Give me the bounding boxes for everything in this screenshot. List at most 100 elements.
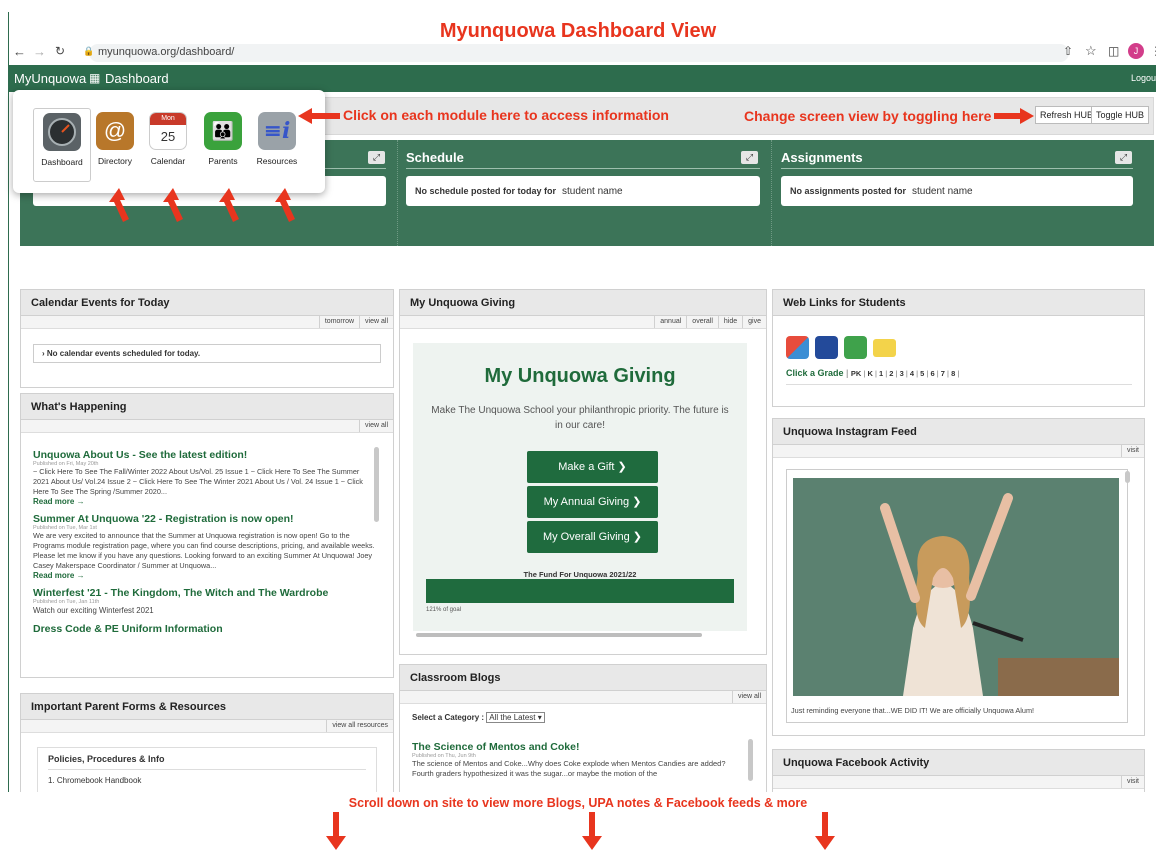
annual-giving-button[interactable]: My Annual Giving ❯ [527,486,658,518]
grid-icon[interactable]: ▦ [89,71,100,85]
back-icon[interactable]: ← [13,44,26,59]
module-annotation: Click on each module here to access info… [343,107,669,123]
panel-title: Unquowa Instagram Feed [773,419,1144,445]
news-item[interactable]: Winterfest '21 - The Kingdom, The Witch … [33,587,375,616]
scrollbar[interactable] [1125,471,1130,483]
grade-link[interactable]: PK [851,369,861,378]
fund-title: The Fund For Unquowa 2021/22 [523,570,637,579]
at-sign-icon: @ [96,112,134,150]
parent-forms-panel: Important Parent Forms & Resources view … [20,693,394,793]
panel-actions: view all [21,420,393,433]
brand-link[interactable]: MyUnquowa [14,71,86,86]
nav-dashboard[interactable]: Dashboard [105,71,169,86]
horizontal-scrollbar[interactable] [416,633,702,637]
calendar-events-panel: Calendar Events for Today tomorrow view … [20,289,394,388]
instagram-post[interactable]: Just reminding everyone that...WE DID IT… [786,469,1128,723]
policies-box: Policies, Procedures & Info 1. Chromeboo… [37,747,377,792]
web-links-panel: Web Links for Students Click a Grade | P… [772,289,1145,407]
grade-links: Click a Grade | PK | K | 1 | 2 | 3 | 4 |… [786,368,960,378]
browser-toolbar: ← → ↻ 🔒 myunquowa.org/dashboard/ ⇧ ☆ ◫ J… [9,42,1156,64]
divider [786,384,1132,385]
annual-link[interactable]: annual [654,316,686,328]
menu-icon[interactable]: ⋮ [1150,44,1156,58]
expand-icon[interactable]: ⤢ [741,151,758,164]
category-select[interactable]: All the Latest ▾ [486,712,545,723]
frame-border [8,12,9,853]
scrollbar[interactable] [374,447,379,522]
arrow-down-annotation [326,812,346,850]
progress-label: 121% of goal [426,607,462,613]
module-dashboard[interactable]: Dashboard [33,108,91,182]
panel-title: Important Parent Forms & Resources [21,694,393,720]
link-icons [786,336,896,359]
chevron-right-icon: › [42,349,45,358]
expand-icon[interactable]: ⤢ [1115,151,1132,164]
assignments-message: No assignments posted for student name [781,176,1133,206]
giving-panel: My Unquowa Giving annual overall hide gi… [399,289,767,655]
classroom-icon[interactable] [844,336,867,359]
forward-icon[interactable]: → [33,44,46,59]
share-icon[interactable]: ⇧ [1063,44,1073,58]
giving-card: My Unquowa Giving Make The Unquowa Schoo… [413,343,747,637]
sidepanel-icon[interactable]: ◫ [1108,44,1119,58]
top-nav: MyUnquowa ▦ Dashboard Logou [9,65,1156,92]
url-text[interactable]: myunquowa.org/dashboard/ [98,46,234,58]
whats-happening-panel: What's Happening view all Unquowa About … [20,393,394,678]
arrow-left-annotation [298,108,340,124]
instagram-panel: Unquowa Instagram Feed visit Just remind… [772,418,1145,736]
resource-link[interactable]: 1. Chromebook Handbook [48,776,366,785]
apps-icon[interactable] [786,336,809,359]
give-link[interactable]: give [742,316,766,328]
panel-title: Calendar Events for Today [21,290,393,316]
arrow-down-annotation [582,812,602,850]
panel-title: My Unquowa Giving [400,290,766,316]
news-item[interactable]: Summer At Unquowa '22 - Registration is … [33,513,375,580]
profile-avatar[interactable]: J [1128,43,1144,59]
news-item[interactable]: Dress Code & PE Uniform Information [33,623,375,635]
overall-link[interactable]: overall [686,316,718,328]
hide-link[interactable]: hide [717,316,742,328]
tomorrow-link[interactable]: tomorrow [318,316,359,328]
make-gift-button[interactable]: Make a Gift ❯ [527,451,658,483]
page-title: Myunquowa Dashboard View [439,20,717,42]
arrow-down-annotation [815,812,835,850]
visit-link[interactable]: visit [1120,445,1144,457]
hub-divider [771,140,772,246]
giving-heading: My Unquowa Giving [484,365,676,387]
instagram-caption: Just reminding everyone that...WE DID IT… [791,706,1035,715]
panel-actions: tomorrow view all [21,316,393,329]
grade-label: Click a Grade [786,368,844,378]
news-item[interactable]: Unquowa About Us - See the latest editio… [33,449,375,506]
view-all-resources-link[interactable]: view all resources [326,720,393,732]
panel-title: Classroom Blogs [400,665,766,691]
logout-link[interactable]: Logou [1131,73,1156,83]
grade-list[interactable]: PK | K | 1 | 2 | 3 | 4 | 5 | 6 | 7 | 8 | [851,369,959,378]
classroom-blogs-panel: Classroom Blogs view all Select a Catego… [399,664,767,795]
facebook-panel: Unquowa Facebook Activity visit [772,749,1145,795]
module-directory[interactable]: @ Directory [86,112,144,166]
category-selector: Select a Category : All the Latest ▾ [412,712,545,723]
panel-actions: annual overall hide give [400,316,766,329]
scrollbar[interactable] [748,739,753,781]
panel-title: Unquowa Facebook Activity [773,750,1144,776]
visit-link[interactable]: visit [1120,776,1144,788]
assignments-title: Assignments [781,150,863,165]
blog-post[interactable]: The Science of Mentos and Coke! Publishe… [412,741,748,779]
module-calendar[interactable]: Mon 25 Calendar [139,112,197,166]
view-all-link[interactable]: view all [732,691,766,703]
overall-giving-button[interactable]: My Overall Giving ❯ [527,521,658,553]
book-icon[interactable] [815,336,838,359]
module-parents[interactable]: 👪 Parents [194,112,252,166]
view-all-link[interactable]: view all [359,316,393,328]
giving-subtitle: Make The Unquowa School your philanthrop… [431,405,729,431]
refresh-hub-button[interactable]: Refresh HUB [1035,106,1099,124]
view-all-link[interactable]: view all [359,420,393,432]
panel-actions: visit [773,776,1144,789]
ixl-icon[interactable] [873,339,896,357]
address-bar[interactable] [89,44,1069,62]
scroll-annotation: Scroll down on site to view more Blogs, … [348,796,808,810]
expand-icon[interactable]: ⤢ [368,151,385,164]
star-icon[interactable]: ☆ [1085,43,1097,59]
reload-icon[interactable]: ↻ [55,44,65,58]
toggle-hub-button[interactable]: Toggle HUB [1091,106,1150,124]
